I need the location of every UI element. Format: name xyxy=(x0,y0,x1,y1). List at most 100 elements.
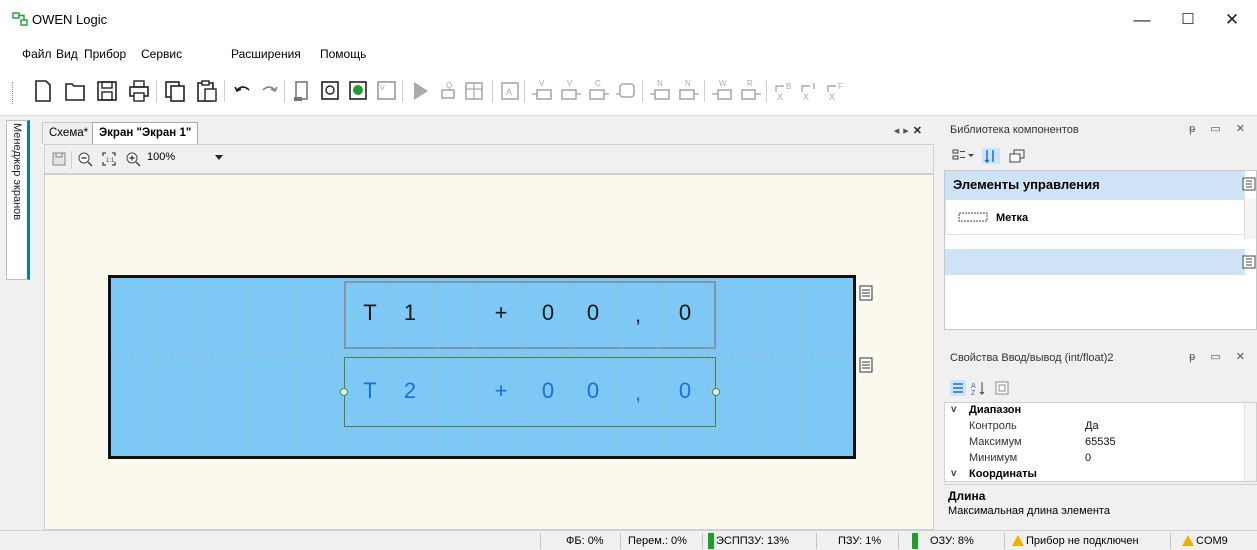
prop-value[interactable]: 65535 xyxy=(1085,436,1116,448)
screen-manager-tab[interactable]: Менеджер экранов xyxy=(6,120,30,280)
prop-category-range[interactable]: v Диапазон xyxy=(945,403,1245,419)
description-text: Максимальная длина элемента xyxy=(948,505,1110,517)
svg-text:X: X xyxy=(777,92,783,102)
field-document-icon-2[interactable] xyxy=(859,357,873,373)
zoom-level-select[interactable]: 100% xyxy=(147,151,175,163)
prop-row-max[interactable]: Максимум 65535 xyxy=(945,435,1245,451)
minimize-button[interactable]: — xyxy=(1124,8,1160,32)
new-file-icon[interactable] xyxy=(30,78,56,104)
library-panel-controls[interactable]: ᵽ ▭ ✕ xyxy=(1189,122,1251,135)
properties-toolbar: AZ xyxy=(944,374,1257,402)
n-block-icon-2[interactable]: N xyxy=(676,78,702,104)
toolbar-grip[interactable] xyxy=(12,82,15,104)
undo-icon[interactable] xyxy=(230,78,256,104)
link-x-icon[interactable]: X xyxy=(798,78,824,104)
properties-scrollbar[interactable] xyxy=(1244,403,1256,481)
lcd-char: , xyxy=(634,380,642,405)
component-properties-icon[interactable] xyxy=(1008,148,1026,164)
n-block-icon[interactable]: N xyxy=(648,78,674,104)
svg-text:X: X xyxy=(803,92,809,102)
zoom-out-icon[interactable] xyxy=(77,151,93,167)
lcd-char: + xyxy=(494,300,508,325)
lcd-char: 0 xyxy=(541,378,555,403)
view-options-icon[interactable] xyxy=(952,148,974,164)
field-document-icon[interactable] xyxy=(859,285,873,301)
lcd-screen[interactable]: T 1 + 0 0 , 0 T 2 + 0 0 , 0 xyxy=(108,275,856,459)
group-menu-icon-2[interactable] xyxy=(1242,255,1256,269)
prop-category-coordinates[interactable]: v Координаты xyxy=(945,467,1245,481)
menu-file[interactable]: Файл xyxy=(22,47,52,61)
prop-row-control[interactable]: Контроль Да xyxy=(945,419,1245,435)
save-icon[interactable] xyxy=(94,78,120,104)
save-screen-icon[interactable] xyxy=(51,151,67,167)
group-menu-icon[interactable] xyxy=(1242,177,1256,191)
alphabetical-icon[interactable]: AZ xyxy=(970,380,986,396)
copy-icon[interactable] xyxy=(162,78,188,104)
variables-icon[interactable]: V xyxy=(374,78,400,104)
read-icon[interactable]: R xyxy=(738,78,764,104)
tab-prev-icon[interactable]: ◂ xyxy=(894,125,904,137)
output-block-icon[interactable] xyxy=(614,78,640,104)
variable-block-icon[interactable]: V xyxy=(558,78,584,104)
library-panel-title: Библиотека компонентов xyxy=(950,124,1079,136)
close-window-button[interactable]: ✕ xyxy=(1214,8,1250,32)
screen-manager-tab-label: Менеджер экранов xyxy=(11,123,23,221)
document-tab-controls: ◂▸✕ xyxy=(894,124,926,137)
menu-extensions[interactable]: Расширения xyxy=(231,47,301,61)
status-port[interactable]: COM9 xyxy=(1196,535,1228,547)
device-icon[interactable] xyxy=(290,78,316,104)
open-folder-icon[interactable] xyxy=(62,78,88,104)
lcd-char: 2 xyxy=(403,378,417,403)
write-icon[interactable]: W xyxy=(710,78,736,104)
svg-text:B: B xyxy=(786,82,791,91)
menu-help[interactable]: Помощь xyxy=(320,47,366,61)
table-icon-2[interactable]: A xyxy=(498,78,524,104)
tab-next-icon[interactable]: ▸ xyxy=(903,125,913,137)
maximize-button[interactable]: ☐ xyxy=(1170,8,1206,32)
eeprom-usage-indicator xyxy=(708,533,714,549)
run-icon[interactable] xyxy=(408,78,434,104)
info-icon[interactable] xyxy=(318,78,344,104)
zoom-fit-icon[interactable]: 1:1 xyxy=(101,151,117,167)
screen-canvas[interactable]: T 1 + 0 0 , 0 T 2 + 0 0 , 0 xyxy=(44,174,934,530)
tab-screen-1[interactable]: Экран "Экран 1" xyxy=(92,122,199,144)
menu-bar: Файл Вид Прибор Сервис Расширения Помощь xyxy=(0,40,1257,66)
group-controls-header[interactable]: Элементы управления xyxy=(945,171,1245,199)
debug-icon[interactable]: Q xyxy=(436,78,462,104)
library-scrollbar[interactable] xyxy=(1244,199,1256,239)
prop-value[interactable]: Да xyxy=(1085,420,1099,432)
resize-handle-right[interactable] xyxy=(712,388,720,396)
window-title: OWEN Logic xyxy=(32,12,108,27)
chevron-down-icon[interactable] xyxy=(215,155,223,160)
status-device[interactable]: Прибор не подключен xyxy=(1026,535,1139,547)
input-block-icon[interactable]: V xyxy=(530,78,556,104)
paste-icon[interactable] xyxy=(194,78,220,104)
menu-view[interactable]: Вид xyxy=(56,47,78,61)
library-item-label[interactable]: Метка xyxy=(945,199,1245,235)
constant-block-icon[interactable]: C xyxy=(586,78,612,104)
group-collapsed-header[interactable] xyxy=(945,249,1245,275)
menu-device[interactable]: Прибор xyxy=(84,47,126,61)
prop-row-min[interactable]: Минимум 0 xyxy=(945,451,1245,467)
prop-value[interactable]: 0 xyxy=(1085,452,1091,464)
chevron-down-icon[interactable]: v xyxy=(951,404,957,415)
resize-handle-left[interactable] xyxy=(340,388,348,396)
status-eeprom: ЭСППЗУ: 13% xyxy=(716,535,790,547)
device-settings-icon[interactable] xyxy=(346,78,372,104)
link-b-icon[interactable]: BX xyxy=(772,78,798,104)
zoom-in-icon[interactable] xyxy=(125,151,141,167)
link-f-icon[interactable]: FX xyxy=(824,78,850,104)
properties-panel-controls[interactable]: ᵽ ▭ ✕ xyxy=(1189,350,1251,363)
table-icon[interactable] xyxy=(462,78,488,104)
property-pages-icon[interactable] xyxy=(994,380,1010,396)
tab-close-icon[interactable]: ✕ xyxy=(913,125,926,137)
tab-schema[interactable]: Схема* xyxy=(42,122,96,144)
menu-service[interactable]: Сервис xyxy=(141,47,182,61)
redo-icon[interactable] xyxy=(256,78,282,104)
sort-icon[interactable] xyxy=(982,148,1000,164)
chevron-down-icon[interactable]: v xyxy=(951,468,957,479)
library-group: Элементы управления Метка xyxy=(944,170,1257,330)
svg-text:F: F xyxy=(838,82,843,91)
categorized-icon[interactable] xyxy=(950,380,966,396)
print-icon[interactable] xyxy=(126,78,152,104)
